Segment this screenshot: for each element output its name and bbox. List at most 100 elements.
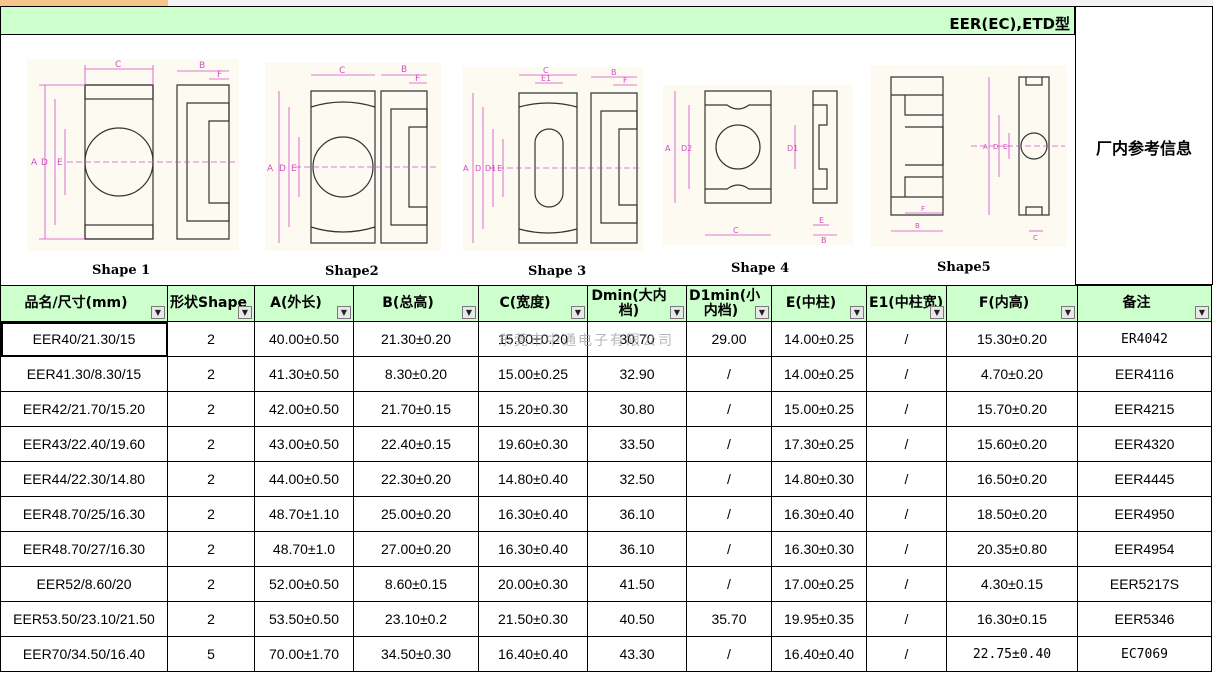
filter-dropdown-icon[interactable]: ▼ — [571, 306, 585, 319]
cell-e1[interactable]: / — [866, 356, 947, 392]
cell-a[interactable]: 48.70±1.0 — [254, 531, 354, 567]
cell-remark[interactable]: ER4042 — [1077, 321, 1212, 357]
cell-remark[interactable]: EER5346 — [1077, 601, 1212, 637]
column-header-a[interactable]: A(外长) ▼ — [254, 285, 354, 322]
cell-b[interactable]: 23.10±0.2 — [353, 601, 479, 637]
cell-remark[interactable]: EER4950 — [1077, 496, 1212, 532]
cell-a[interactable]: 43.00±0.50 — [254, 426, 354, 462]
cell-a[interactable]: 42.00±0.50 — [254, 391, 354, 427]
column-header-name[interactable]: 品名/尺寸(mm) ▼ — [0, 285, 168, 322]
cell-c[interactable]: 20.00±0.30 — [478, 566, 588, 602]
column-header-remark[interactable]: 备注 ▼ — [1077, 285, 1212, 322]
cell-name[interactable]: EER53.50/23.10/21.50 — [0, 601, 168, 637]
cell-shape[interactable]: 2 — [167, 321, 255, 357]
cell-shape[interactable]: 5 — [167, 636, 255, 672]
cell-shape[interactable]: 2 — [167, 461, 255, 497]
cell-b[interactable]: 8.30±0.20 — [353, 356, 479, 392]
cell-f[interactable]: 15.30±0.20 — [946, 321, 1078, 357]
cell-b[interactable]: 34.50±0.30 — [353, 636, 479, 672]
cell-dmin[interactable]: 36.10 — [587, 531, 687, 567]
cell-a[interactable]: 52.00±0.50 — [254, 566, 354, 602]
cell-b[interactable]: 21.70±0.15 — [353, 391, 479, 427]
cell-a[interactable]: 70.00±1.70 — [254, 636, 354, 672]
cell-shape[interactable]: 2 — [167, 356, 255, 392]
cell-b[interactable]: 22.40±0.15 — [353, 426, 479, 462]
filter-dropdown-icon[interactable]: ▼ — [151, 306, 165, 319]
cell-a[interactable]: 44.00±0.50 — [254, 461, 354, 497]
cell-f[interactable]: 4.70±0.20 — [946, 356, 1078, 392]
cell-e1[interactable]: / — [866, 636, 947, 672]
column-header-d1min[interactable]: D1min(小内档) ▼ — [686, 285, 772, 322]
cell-name[interactable]: EER48.70/25/16.30 — [0, 496, 168, 532]
cell-c[interactable]: 21.50±0.30 — [478, 601, 588, 637]
cell-name[interactable]: EER52/8.60/20 — [0, 566, 168, 602]
cell-dmin[interactable]: 30.70 — [587, 321, 687, 357]
cell-a[interactable]: 48.70±1.10 — [254, 496, 354, 532]
cell-dmin[interactable]: 40.50 — [587, 601, 687, 637]
cell-b[interactable]: 25.00±0.20 — [353, 496, 479, 532]
cell-f[interactable]: 16.30±0.15 — [946, 601, 1078, 637]
cell-d1min[interactable]: / — [686, 391, 772, 427]
cell-e1[interactable]: / — [866, 461, 947, 497]
cell-f[interactable]: 18.50±0.20 — [946, 496, 1078, 532]
cell-e[interactable]: 16.30±0.30 — [771, 531, 867, 567]
cell-a[interactable]: 53.50±0.50 — [254, 601, 354, 637]
cell-b[interactable]: 22.30±0.20 — [353, 461, 479, 497]
cell-e[interactable]: 17.00±0.25 — [771, 566, 867, 602]
column-header-e[interactable]: E(中柱) ▼ — [771, 285, 867, 322]
cell-e1[interactable]: / — [866, 426, 947, 462]
cell-d1min[interactable]: / — [686, 496, 772, 532]
cell-shape[interactable]: 2 — [167, 531, 255, 567]
column-header-c[interactable]: C(宽度) ▼ — [478, 285, 588, 322]
cell-remark[interactable]: EER4215 — [1077, 391, 1212, 427]
cell-shape[interactable]: 2 — [167, 426, 255, 462]
column-header-f[interactable]: F(内高) ▼ — [946, 285, 1078, 322]
cell-d1min[interactable]: / — [686, 426, 772, 462]
filter-dropdown-icon[interactable]: ▼ — [930, 306, 944, 319]
cell-c[interactable]: 15.00±0.25 — [478, 356, 588, 392]
cell-e[interactable]: 16.30±0.40 — [771, 496, 867, 532]
filter-dropdown-icon[interactable]: ▼ — [670, 306, 684, 319]
filter-dropdown-icon[interactable]: ▼ — [755, 306, 769, 319]
cell-dmin[interactable]: 41.50 — [587, 566, 687, 602]
cell-name[interactable]: EER41.30/8.30/15 — [0, 356, 168, 392]
cell-dmin[interactable]: 32.50 — [587, 461, 687, 497]
cell-c[interactable]: 14.80±0.40 — [478, 461, 588, 497]
cell-b[interactable]: 8.60±0.15 — [353, 566, 479, 602]
cell-e1[interactable]: / — [866, 496, 947, 532]
cell-a[interactable]: 40.00±0.50 — [254, 321, 354, 357]
cell-b[interactable]: 27.00±0.20 — [353, 531, 479, 567]
cell-d1min[interactable]: / — [686, 566, 772, 602]
cell-a[interactable]: 41.30±0.50 — [254, 356, 354, 392]
filter-dropdown-icon[interactable]: ▼ — [1195, 306, 1209, 319]
cell-dmin[interactable]: 36.10 — [587, 496, 687, 532]
cell-name[interactable]: EER70/34.50/16.40 — [0, 636, 168, 672]
column-header-shape[interactable]: 形状Shape ▼ — [167, 285, 255, 322]
cell-name[interactable]: EER40/21.30/15 — [0, 321, 168, 357]
cell-e1[interactable]: / — [866, 566, 947, 602]
cell-e1[interactable]: / — [866, 321, 947, 357]
cell-d1min[interactable]: / — [686, 531, 772, 567]
cell-dmin[interactable]: 33.50 — [587, 426, 687, 462]
cell-remark[interactable]: EER4445 — [1077, 461, 1212, 497]
cell-d1min[interactable]: 35.70 — [686, 601, 772, 637]
cell-remark[interactable]: EER4320 — [1077, 426, 1212, 462]
cell-e[interactable]: 14.80±0.30 — [771, 461, 867, 497]
cell-c[interactable]: 16.40±0.40 — [478, 636, 588, 672]
cell-c[interactable]: 15.00±0.20 — [478, 321, 588, 357]
cell-e[interactable]: 15.00±0.25 — [771, 391, 867, 427]
column-header-dmin[interactable]: Dmin(大内档) ▼ — [587, 285, 687, 322]
cell-f[interactable]: 15.70±0.20 — [946, 391, 1078, 427]
filter-dropdown-icon[interactable]: ▼ — [337, 306, 351, 319]
filter-dropdown-icon[interactable]: ▼ — [850, 306, 864, 319]
reference-info-cell[interactable]: 厂内参考信息 — [1075, 6, 1213, 285]
cell-f[interactable]: 15.60±0.20 — [946, 426, 1078, 462]
cell-e1[interactable]: / — [866, 531, 947, 567]
title-bar[interactable]: EER(EC),ETD型 — [0, 6, 1075, 35]
cell-remark[interactable]: EER4116 — [1077, 356, 1212, 392]
cell-dmin[interactable]: 43.30 — [587, 636, 687, 672]
cell-dmin[interactable]: 30.80 — [587, 391, 687, 427]
column-header-b[interactable]: B(总高) ▼ — [353, 285, 479, 322]
cell-name[interactable]: EER42/21.70/15.20 — [0, 391, 168, 427]
filter-dropdown-icon[interactable]: ▼ — [238, 306, 252, 319]
